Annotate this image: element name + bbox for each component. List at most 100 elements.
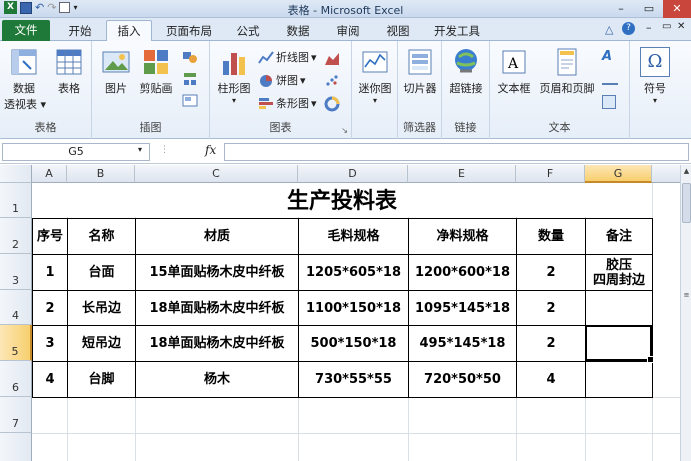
area-chart-icon[interactable] bbox=[324, 50, 340, 66]
column-header-b[interactable]: B bbox=[67, 165, 135, 183]
split-handle-icon[interactable]: ≡ bbox=[682, 291, 691, 300]
table-cell[interactable]: 15单面贴杨木皮中纤板 bbox=[135, 254, 299, 291]
table-cell[interactable]: 2 bbox=[516, 254, 586, 291]
tab-view[interactable]: 视图 bbox=[376, 22, 420, 41]
table-cell[interactable]: 500*150*18 bbox=[298, 325, 409, 362]
clipart-button[interactable]: 剪贴画 bbox=[136, 47, 176, 96]
table-button[interactable]: 表格 bbox=[50, 47, 88, 96]
table-cell[interactable]: 2 bbox=[516, 325, 586, 362]
scatter-chart-icon[interactable] bbox=[324, 73, 340, 89]
table-cell-remark[interactable] bbox=[585, 361, 653, 398]
name-box[interactable]: G5 bbox=[2, 143, 150, 161]
row-header-8[interactable] bbox=[0, 433, 32, 461]
table-cell[interactable]: 杨木 bbox=[135, 361, 299, 398]
workbook-restore-icon[interactable]: ▭ bbox=[662, 21, 671, 32]
screenshot-icon[interactable] bbox=[182, 93, 198, 109]
table-cell[interactable]: 台面 bbox=[67, 254, 136, 291]
table-cell[interactable]: 4 bbox=[516, 361, 586, 398]
table-cell[interactable]: 495*145*18 bbox=[408, 325, 517, 362]
pie-chart-button[interactable]: 饼图 ▾ bbox=[258, 72, 306, 90]
table-cell[interactable]: 4 bbox=[32, 361, 68, 398]
table-cell[interactable]: 1095*145*18 bbox=[408, 290, 517, 326]
table-cell-remark[interactable] bbox=[585, 325, 653, 362]
table-cell[interactable]: 1 bbox=[32, 254, 68, 291]
table-cell[interactable]: 18单面贴杨木皮中纤板 bbox=[135, 325, 299, 362]
column-header-g[interactable]: G bbox=[585, 165, 652, 183]
signature-line-icon[interactable] bbox=[602, 71, 618, 85]
column-header-c[interactable]: C bbox=[135, 165, 298, 183]
close-button[interactable]: ✕ bbox=[663, 0, 691, 18]
tab-home[interactable]: 开始 bbox=[58, 22, 102, 41]
picture-button[interactable]: 图片 bbox=[98, 47, 134, 96]
line-chart-button[interactable]: 折线图 ▾ bbox=[258, 49, 317, 67]
tab-developer[interactable]: 开发工具 bbox=[426, 22, 488, 41]
table-cell[interactable]: 2 bbox=[516, 290, 586, 326]
table-cell[interactable]: 短吊边 bbox=[67, 325, 136, 362]
tab-insert[interactable]: 插入 bbox=[106, 20, 152, 42]
symbol-button[interactable]: Ω 符号 ▾ bbox=[636, 47, 674, 105]
maximize-button[interactable]: ▭ bbox=[635, 0, 663, 18]
select-all-corner[interactable] bbox=[0, 165, 32, 183]
table-cell-remark[interactable] bbox=[585, 290, 653, 326]
workbook-minimize-icon[interactable]: – bbox=[646, 21, 652, 34]
wordart-icon[interactable]: A bbox=[602, 49, 612, 64]
tab-file[interactable]: 文件 bbox=[2, 20, 50, 41]
vertical-scrollbar[interactable]: ▲ ≡ bbox=[680, 165, 691, 461]
header-cell[interactable]: 序号 bbox=[32, 218, 68, 255]
table-cell[interactable]: 1100*150*18 bbox=[298, 290, 409, 326]
column-header-d[interactable]: D bbox=[298, 165, 408, 183]
column-header-e[interactable]: E bbox=[408, 165, 516, 183]
table-cell[interactable]: 720*50*50 bbox=[408, 361, 517, 398]
column-header-f[interactable]: F bbox=[516, 165, 585, 183]
table-cell[interactable]: 2 bbox=[32, 290, 68, 326]
table-cell-remark[interactable]: 胶压 四周封边 bbox=[585, 254, 653, 291]
tab-page-layout[interactable]: 页面布局 bbox=[158, 22, 220, 41]
table-cell[interactable]: 730*55*55 bbox=[298, 361, 409, 398]
smartart-icon[interactable] bbox=[182, 71, 198, 87]
header-cell[interactable]: 数量 bbox=[516, 218, 586, 255]
header-cell[interactable]: 名称 bbox=[67, 218, 136, 255]
column-header-h[interactable] bbox=[652, 165, 680, 183]
column-header-a[interactable]: A bbox=[32, 165, 67, 183]
table-cell[interactable]: 18单面贴杨木皮中纤板 bbox=[135, 290, 299, 326]
row-header-6[interactable]: 6 bbox=[0, 361, 32, 397]
help-icon[interactable]: ? bbox=[622, 22, 635, 35]
object-icon[interactable] bbox=[602, 95, 616, 109]
row-header-4[interactable]: 4 bbox=[0, 290, 32, 325]
hyperlink-button[interactable]: 超链接 bbox=[444, 47, 488, 96]
formula-input[interactable] bbox=[224, 143, 689, 161]
tab-data[interactable]: 数据 bbox=[276, 22, 320, 41]
row-header-7[interactable]: 7 bbox=[0, 397, 32, 433]
workbook-close-icon[interactable]: ✕ bbox=[677, 21, 685, 32]
pivot-table-button[interactable]: 数据 透视表 ▾ bbox=[4, 47, 46, 112]
table-cell[interactable]: 长吊边 bbox=[67, 290, 136, 326]
row-header-1[interactable]: 1 bbox=[0, 183, 32, 218]
header-cell[interactable]: 备注 bbox=[585, 218, 653, 255]
scroll-thumb[interactable] bbox=[682, 183, 691, 223]
table-cell[interactable]: 1205*605*18 bbox=[298, 254, 409, 291]
header-cell[interactable]: 净料规格 bbox=[408, 218, 517, 255]
minimize-button[interactable]: – bbox=[607, 0, 635, 18]
header-cell[interactable]: 毛料规格 bbox=[298, 218, 409, 255]
sheet-title[interactable]: 生产投料表 bbox=[32, 183, 652, 217]
tab-formulas[interactable]: 公式 bbox=[226, 22, 270, 41]
scroll-up-icon[interactable]: ▲ bbox=[682, 167, 691, 176]
name-box-dropdown-icon[interactable]: ▾ bbox=[138, 145, 142, 154]
table-cell[interactable]: 3 bbox=[32, 325, 68, 362]
header-cell[interactable]: 材质 bbox=[135, 218, 299, 255]
bar-chart-button[interactable]: 条形图 ▾ bbox=[258, 95, 317, 113]
table-cell[interactable]: 台脚 bbox=[67, 361, 136, 398]
slicer-button[interactable]: 切片器 bbox=[400, 47, 440, 96]
insert-function-icon[interactable]: fx bbox=[205, 143, 216, 157]
row-header-2[interactable]: 2 bbox=[0, 218, 32, 254]
header-footer-button[interactable]: 页眉和页脚 bbox=[536, 47, 598, 96]
column-chart-button[interactable]: 柱形图 ▾ bbox=[214, 47, 254, 105]
table-cell[interactable]: 1200*600*18 bbox=[408, 254, 517, 291]
other-charts-icon[interactable] bbox=[324, 96, 340, 112]
minimize-ribbon-icon[interactable]: △ bbox=[605, 23, 613, 36]
row-header-3[interactable]: 3 bbox=[0, 254, 32, 290]
sparkline-button[interactable]: 迷你图 ▾ bbox=[355, 47, 395, 105]
tab-review[interactable]: 审阅 bbox=[326, 22, 370, 41]
worksheet-grid[interactable]: A B C D E F G 1 2 3 4 5 6 7 生产投料表 序号 名称 … bbox=[0, 165, 680, 461]
shapes-icon[interactable] bbox=[182, 49, 198, 65]
